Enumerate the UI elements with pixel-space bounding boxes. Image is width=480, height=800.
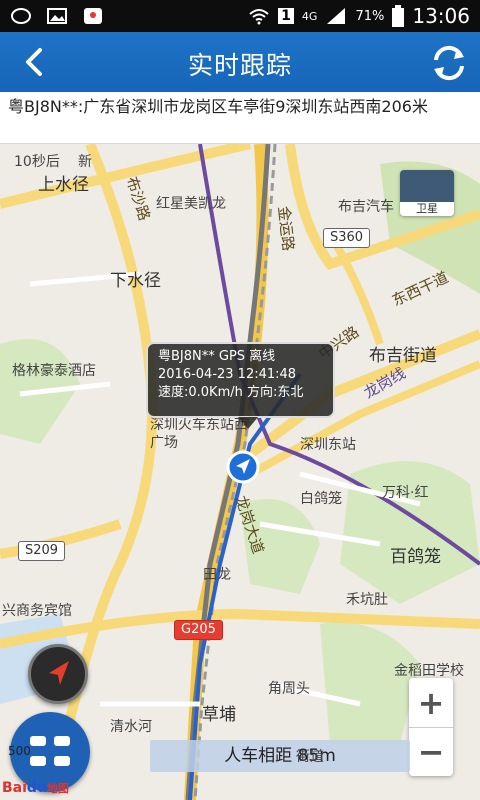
clock: 13:06 xyxy=(412,4,470,28)
page-title: 实时跟踪 xyxy=(187,51,292,80)
zoom-control: + − xyxy=(409,678,453,776)
map-label: 草埔 xyxy=(202,705,236,725)
highway-shield: S360 xyxy=(323,228,371,248)
compass-arrow-icon xyxy=(49,661,69,685)
popup-pointer xyxy=(238,417,258,429)
map-label: 格林豪泰酒店 xyxy=(12,363,96,379)
image-icon xyxy=(47,8,67,24)
network-type: 4G xyxy=(301,9,318,23)
map-label: 10秒后 xyxy=(14,154,60,170)
satellite-toggle-button[interactable]: 卫星 xyxy=(400,170,454,216)
map-label: 布吉街道 xyxy=(369,346,437,366)
map-label: 新 xyxy=(78,154,92,170)
satellite-label: 卫星 xyxy=(416,202,438,215)
battery-percent: 71% xyxy=(355,8,385,24)
battery-icon xyxy=(392,5,405,27)
vehicle-address: 粤BJ8N**:广东省深圳市龙岗区车亭街9深圳东站西南206米 xyxy=(0,92,480,144)
sim-slot-indicator: 1 xyxy=(278,8,294,24)
map-label: 田龙 xyxy=(203,567,231,583)
popup-vehicle-status: 粤BJ8N** GPS 离线 xyxy=(158,349,276,364)
status-notification-icons xyxy=(10,7,104,25)
map-label: 白鸽笼 xyxy=(300,491,342,507)
zoom-out-button[interactable]: − xyxy=(409,727,453,776)
map-label: 下水径 xyxy=(110,271,161,291)
wifi-icon xyxy=(249,9,269,25)
baidu-logo: Baidu地图 xyxy=(2,780,69,796)
map-scale: 500 xyxy=(8,744,31,758)
vehicle-location-marker[interactable] xyxy=(226,450,260,484)
map-label: 金稻田学校 xyxy=(394,663,464,679)
vehicle-info-popup: 粤BJ8N** GPS 离线 2016-04-23 12:41:48 速度:0.… xyxy=(146,342,335,418)
map-label: 深圳火车东站西广场 xyxy=(150,417,248,451)
map-label: 深圳东站 xyxy=(300,437,356,453)
compass-button[interactable] xyxy=(28,644,88,704)
refresh-button[interactable] xyxy=(428,42,470,84)
map-label: 角周头 xyxy=(268,681,310,697)
map-label: 街道 xyxy=(296,749,324,765)
map-label: 兴商务宾馆 xyxy=(2,603,72,619)
highway-shield: G205 xyxy=(174,620,223,640)
signal-icon xyxy=(327,8,346,24)
satellite-thumbnail-icon xyxy=(400,170,454,202)
map-view[interactable]: 10秒后 新 上水径 红星美凯龙 布吉汽车 下水径 格林豪泰酒店 布吉街道 深圳… xyxy=(0,144,480,800)
distance-indicator: 人车相距 85m xyxy=(150,740,410,772)
map-app-icon xyxy=(84,8,102,24)
zoom-in-button[interactable]: + xyxy=(409,678,453,727)
map-label: 布吉汽车 xyxy=(338,199,394,215)
map-label: 上水径 xyxy=(38,175,89,195)
popup-speed-direction: 速度:0.0Km/h 方向:东北 xyxy=(158,385,304,400)
chat-icon xyxy=(11,8,31,24)
map-label: 清水河 xyxy=(110,719,152,735)
app-header: 实时跟踪 xyxy=(0,32,480,92)
map-label: 禾坑肚 xyxy=(346,592,388,608)
map-label: 红星美凯龙 xyxy=(156,196,226,212)
status-system-icons: 1 4G 71% 13:06 xyxy=(248,4,470,28)
highway-shield: S209 xyxy=(18,541,66,561)
map-label: 百鸽笼 xyxy=(390,547,441,567)
map-label: 万科·红 xyxy=(382,485,429,501)
popup-timestamp: 2016-04-23 12:41:48 xyxy=(158,367,297,382)
status-bar: 1 4G 71% 13:06 xyxy=(0,0,480,32)
